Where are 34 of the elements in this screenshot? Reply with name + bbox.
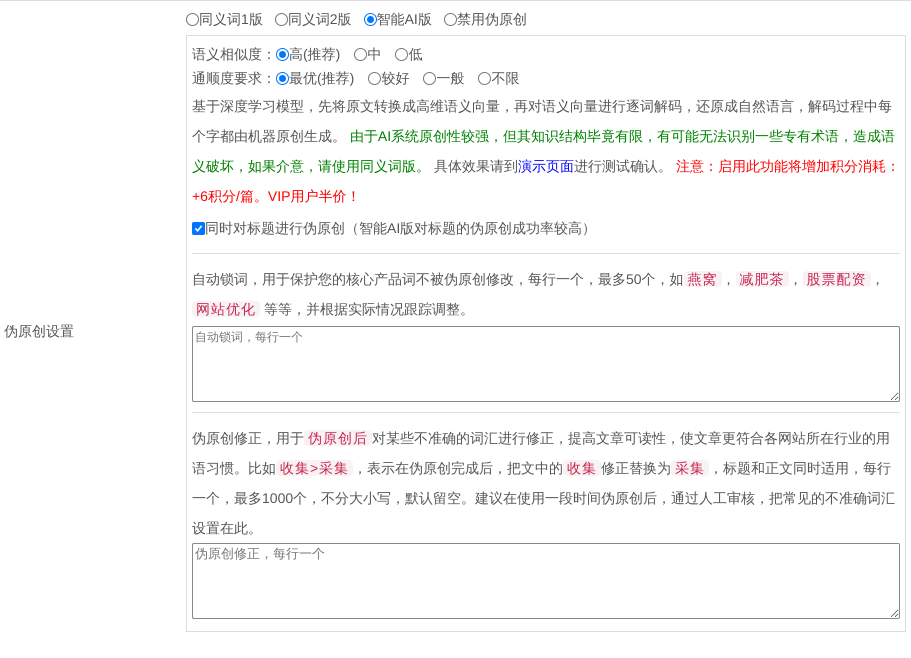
- mode-option-label: 同义词1版: [199, 10, 263, 28]
- lock-words-description: 自动锁词，用于保护您的核心产品词不被伪原创修改，每行一个，最多50个，如 燕窝 ， 减肥茶 ， 股票配资 ， 网站优化 等等，并根据实际情况跟踪调整。: [192, 270, 886, 319]
- mode-option-label: 同义词2版: [288, 10, 352, 28]
- choice-label: 低: [408, 45, 422, 64]
- check-icon: [194, 224, 203, 232]
- choice-label: 一般: [436, 69, 464, 88]
- choice-label: 不限: [491, 69, 520, 88]
- lock-words-field[interactable]: 自动锁词，每行一个: [192, 326, 900, 402]
- radio-button[interactable]: [276, 48, 289, 60]
- choice-label: 较好: [381, 69, 410, 88]
- corrections-description: 伪原创修正，用于 伪原创后 对某些不准确的词汇进行修正，提高文章可读性，使文章更符合各网站所在行业的用语习惯。比如 收集>采集 ，表示在伪原创完成后，把文中的 收集 修正替换为 采集 ，标题和正文同时适用，每行一个，最多1000个，不分大小写，默认留空。建议在使用一段时间伪原创后，通过人工审核，把常见的不准确词汇设置在此。: [192, 429, 896, 538]
- radio-button[interactable]: [444, 12, 457, 26]
- choice-label: 中: [367, 45, 382, 64]
- radio-button[interactable]: [364, 12, 377, 26]
- radio-button[interactable]: [276, 72, 289, 84]
- radio-button[interactable]: [354, 48, 368, 60]
- choice-label: 高(推荐): [289, 45, 340, 64]
- radio-button[interactable]: [368, 72, 382, 84]
- checkbox[interactable]: [192, 222, 205, 234]
- radio-button[interactable]: [478, 72, 492, 84]
- option-label: 语义相似度：: [192, 45, 276, 64]
- ai-description: 基于深度学习模型，先将原文转换成高维语义向量，再对语义向量进行逐词解码，还原成自然语言，解码过程中每个字都由机器原创生成。 由于AI系统原创性较强，但其知识结构毕竟有限，有可能无法识别一些专有术语，造成语义破坏，如果介意，请使用同义词版。 具体效果请到演示页面进行测试确认。 注意：启用此功能将增加积分消耗：+6积分/篇。VIP用户半价！: [192, 97, 900, 206]
- radio-button[interactable]: [423, 72, 436, 84]
- radio-button[interactable]: [274, 12, 288, 26]
- radio-button[interactable]: [395, 48, 408, 60]
- corrections-field[interactable]: 伪原创修正，每行一个: [192, 543, 900, 619]
- checkbox-label: 同时对标题进行伪原创（智能AI版对标题的伪原创成功率较高）: [205, 219, 596, 238]
- mode-option-label: 禁用伪原创: [456, 10, 527, 28]
- demo-page-link[interactable]: 演示页面: [518, 158, 574, 174]
- option-label: 通顺度要求：: [192, 69, 276, 88]
- radio-button[interactable]: [186, 12, 199, 26]
- mode-option-label: 智能AI版: [376, 10, 432, 28]
- choice-label: 最优(推荐): [289, 69, 354, 88]
- section-label: 伪原创设置: [3, 322, 74, 341]
